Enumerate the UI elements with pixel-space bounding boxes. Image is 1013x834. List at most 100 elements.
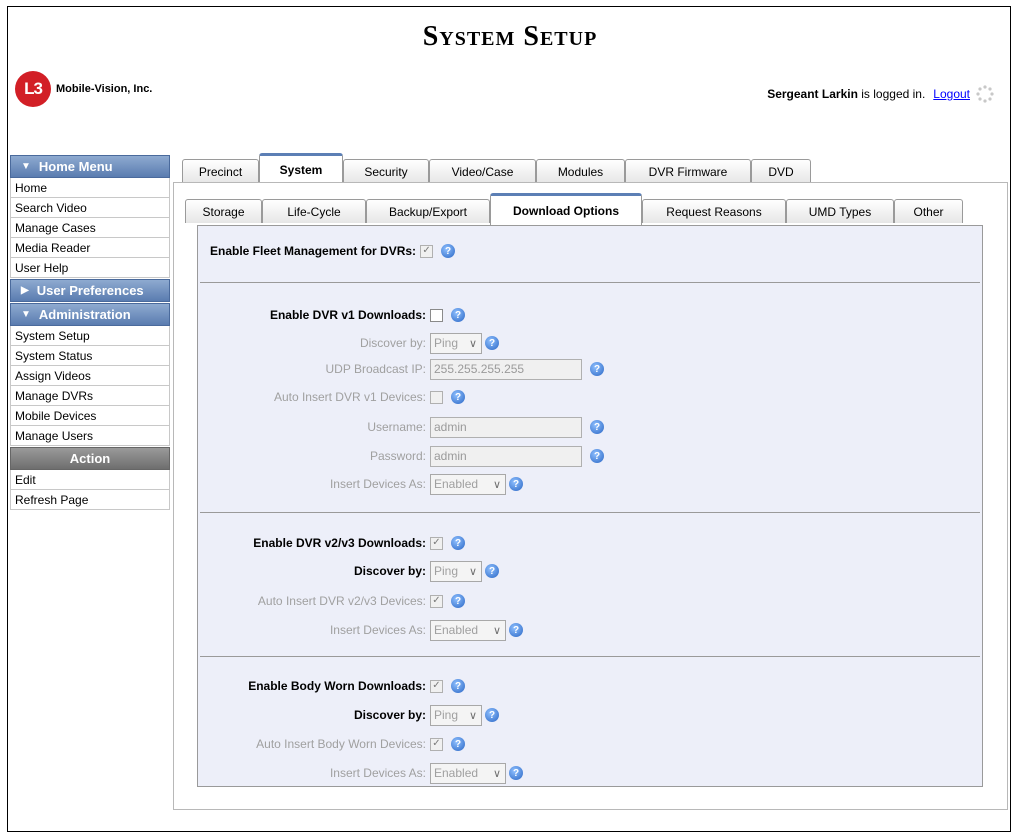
- help-icon[interactable]: ?: [451, 594, 465, 608]
- chevron-down-icon: ∨: [468, 337, 477, 350]
- subtab-request-reasons[interactable]: Request Reasons: [642, 199, 786, 223]
- tab-dvd[interactable]: DVD: [751, 159, 811, 183]
- logout-link[interactable]: Logout: [933, 87, 970, 101]
- login-suffix: is logged in.: [861, 87, 926, 101]
- subtab-download-options[interactable]: Download Options: [490, 193, 642, 226]
- tab-precinct[interactable]: Precinct: [182, 159, 259, 183]
- v2v3-discover-label: Discover by:: [353, 564, 426, 578]
- v1-insert-row: Insert Devices As: Enabled ∨ ?: [198, 473, 523, 495]
- body-auto-checkbox[interactable]: ✓: [430, 737, 443, 751]
- v1-password-input[interactable]: admin: [430, 445, 582, 467]
- help-icon[interactable]: ?: [485, 708, 499, 722]
- subtab-backup-export[interactable]: Backup/Export: [366, 199, 490, 223]
- body-insert-label: Insert Devices As:: [329, 766, 426, 780]
- v2v3-insert-row: Insert Devices As: Enabled ∨ ?: [198, 619, 523, 641]
- sidebar-item-assign-videos[interactable]: Assign Videos: [10, 366, 170, 386]
- subtab-other[interactable]: Other: [894, 199, 963, 223]
- help-icon[interactable]: ?: [451, 536, 465, 550]
- v1-udp-label: UDP Broadcast IP:: [325, 362, 427, 376]
- sidebar-item-user-help[interactable]: User Help: [10, 258, 170, 278]
- body-discover-row: Discover by: Ping ∨ ?: [198, 704, 499, 726]
- fleet-management-label: Enable Fleet Management for DVRs:: [210, 244, 417, 258]
- v2v3-enable-label: Enable DVR v2/v3 Downloads:: [253, 536, 426, 550]
- v2v3-enable-checkbox[interactable]: ✓: [430, 536, 443, 550]
- v1-auto-row: Auto Insert DVR v1 Devices: ?: [198, 386, 465, 408]
- body-enable-checkbox[interactable]: ✓: [430, 679, 443, 693]
- chevron-down-icon: ∨: [492, 478, 501, 491]
- administration-header[interactable]: ▼ Administration: [10, 303, 170, 326]
- sidebar-item-home[interactable]: Home: [10, 178, 170, 198]
- v1-insert-select[interactable]: Enabled ∨: [430, 473, 506, 495]
- v1-auto-checkbox[interactable]: [430, 390, 443, 404]
- help-icon[interactable]: ?: [590, 420, 604, 434]
- v2v3-insert-select[interactable]: Enabled ∨: [430, 619, 506, 641]
- section-divider: [200, 512, 980, 513]
- sidebar-item-manage-users[interactable]: Manage Users: [10, 426, 170, 446]
- home-menu-label: Home Menu: [38, 159, 113, 174]
- sidebar-item-search-video[interactable]: Search Video: [10, 198, 170, 218]
- v2v3-auto-checkbox[interactable]: ✓: [430, 594, 443, 608]
- v1-username-input[interactable]: admin: [430, 416, 582, 438]
- help-icon[interactable]: ?: [441, 244, 456, 258]
- help-icon[interactable]: ?: [509, 477, 523, 491]
- body-insert-select[interactable]: Enabled ∨: [430, 762, 506, 784]
- v2v3-auto-label: Auto Insert DVR v2/v3 Devices:: [257, 594, 426, 608]
- l3-logo-icon: L3: [15, 71, 51, 107]
- help-icon[interactable]: ?: [451, 679, 465, 693]
- v2v3-auto-row: Auto Insert DVR v2/v3 Devices: ✓ ?: [198, 590, 465, 612]
- help-icon[interactable]: ?: [509, 766, 523, 780]
- sidebar-item-manage-dvrs[interactable]: Manage DVRs: [10, 386, 170, 406]
- v1-enable-label: Enable DVR v1 Downloads:: [269, 308, 426, 322]
- tab-security[interactable]: Security: [343, 159, 429, 183]
- sidebar-item-media-reader[interactable]: Media Reader: [10, 238, 170, 258]
- user-preferences-header[interactable]: ▶ User Preferences: [10, 279, 170, 302]
- expand-icon: ▶: [21, 285, 29, 296]
- sidebar: ▼ Home Menu Home Search Video Manage Cas…: [10, 155, 170, 510]
- v1-enable-checkbox[interactable]: [430, 308, 443, 322]
- tab-system[interactable]: System: [259, 153, 343, 183]
- section-divider: [200, 282, 980, 283]
- body-enable-label: Enable Body Worn Downloads:: [248, 679, 426, 693]
- chevron-down-icon: ∨: [492, 624, 501, 637]
- v1-discover-row: Discover by: Ping ∨ ?: [198, 332, 499, 354]
- help-icon[interactable]: ?: [590, 362, 604, 376]
- home-menu-header[interactable]: ▼ Home Menu: [10, 155, 170, 178]
- help-icon[interactable]: ?: [509, 623, 523, 637]
- help-icon[interactable]: ?: [590, 449, 604, 463]
- company-logo: L3 Mobile-Vision, Inc.: [15, 71, 152, 107]
- collapse-icon: ▼: [21, 309, 31, 320]
- body-auto-label: Auto Insert Body Worn Devices:: [256, 737, 426, 751]
- sidebar-item-system-status[interactable]: System Status: [10, 346, 170, 366]
- help-icon[interactable]: ?: [485, 336, 499, 350]
- help-icon[interactable]: ?: [451, 737, 465, 751]
- subtab-life-cycle[interactable]: Life-Cycle: [262, 199, 366, 223]
- help-icon[interactable]: ?: [451, 308, 465, 322]
- fleet-management-checkbox[interactable]: ✓: [420, 244, 434, 258]
- sidebar-item-edit[interactable]: Edit: [10, 470, 170, 490]
- sidebar-item-manage-cases[interactable]: Manage Cases: [10, 218, 170, 238]
- body-insert-row: Insert Devices As: Enabled ∨ ?: [198, 762, 523, 784]
- sidebar-item-mobile-devices[interactable]: Mobile Devices: [10, 406, 170, 426]
- action-header: Action: [10, 447, 170, 470]
- sidebar-item-system-setup[interactable]: System Setup: [10, 326, 170, 346]
- v1-discover-select[interactable]: Ping ∨: [430, 332, 482, 354]
- body-discover-label: Discover by:: [353, 708, 426, 722]
- v1-udp-row: UDP Broadcast IP: 255.255.255.255 ?: [198, 358, 604, 380]
- v1-username-label: Username:: [367, 420, 426, 434]
- body-auto-row: Auto Insert Body Worn Devices: ✓ ?: [198, 733, 465, 755]
- help-icon[interactable]: ?: [451, 390, 465, 404]
- sidebar-item-refresh-page[interactable]: Refresh Page: [10, 490, 170, 510]
- body-enable-row: Enable Body Worn Downloads: ✓ ?: [198, 675, 465, 697]
- v1-udp-input[interactable]: 255.255.255.255: [430, 358, 582, 380]
- help-icon[interactable]: ?: [485, 564, 499, 578]
- tab-video-case[interactable]: Video/Case: [429, 159, 536, 183]
- subtab-umd-types[interactable]: UMD Types: [786, 199, 894, 223]
- page-frame: System Setup L3 Mobile-Vision, Inc. Serg…: [7, 6, 1011, 832]
- tab-modules[interactable]: Modules: [536, 159, 625, 183]
- tab-dvr-firmware[interactable]: DVR Firmware: [625, 159, 751, 183]
- v2v3-discover-select[interactable]: Ping ∨: [430, 560, 482, 582]
- body-discover-select[interactable]: Ping ∨: [430, 704, 482, 726]
- subtab-storage[interactable]: Storage: [185, 199, 262, 223]
- company-name: Mobile-Vision, Inc.: [56, 83, 153, 95]
- v1-auto-label: Auto Insert DVR v1 Devices:: [273, 390, 426, 404]
